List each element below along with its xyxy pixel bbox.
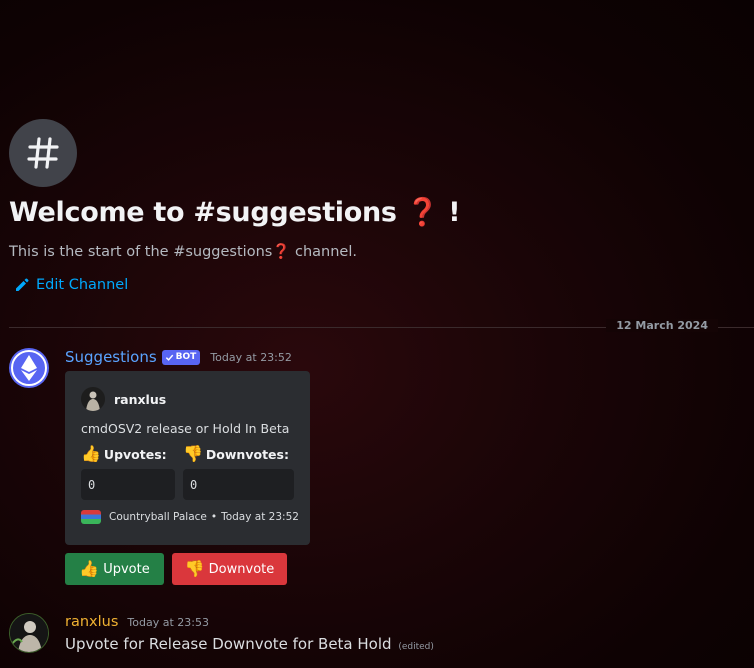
user-message-text: Upvote for Release Downvote for Beta Hol… bbox=[65, 635, 434, 653]
thumbs-up-icon: 👍 bbox=[81, 444, 101, 463]
upvote-button-label: Upvote bbox=[103, 561, 150, 577]
ethereum-logo-icon bbox=[11, 350, 47, 386]
edited-marker: (edited) bbox=[398, 642, 434, 652]
thumbs-down-icon: 👎 bbox=[183, 444, 203, 463]
embed-footer: Countryball Palace • Today at 23:52 bbox=[81, 510, 299, 524]
embed-description: cmdOSV2 release or Hold In Beta bbox=[81, 421, 290, 436]
downvote-button[interactable]: 👎 Downvote bbox=[172, 553, 287, 585]
bot-tag-label: BOT bbox=[175, 351, 197, 362]
downvotes-count-box: 0 bbox=[183, 469, 294, 500]
pencil-icon bbox=[16, 278, 29, 291]
embed-author-name: ranxlus bbox=[114, 391, 167, 407]
author-avatar-icon bbox=[81, 387, 105, 411]
author-avatar bbox=[81, 387, 105, 411]
channel-start-text: This is the start of the #suggestions❓ c… bbox=[9, 243, 357, 260]
server-icon bbox=[81, 510, 101, 524]
downvote-button-label: Downvote bbox=[208, 561, 275, 577]
user-username-row: ranxlus Today at 23:53 bbox=[65, 614, 209, 630]
edit-channel-button[interactable]: Edit Channel bbox=[14, 277, 128, 293]
upvotes-field-name: 👍 Upvotes: bbox=[81, 446, 167, 462]
upvotes-count: 0 bbox=[88, 477, 96, 492]
bot-tag: BOT bbox=[161, 349, 201, 365]
welcome-title: Welcome to #suggestions ❓ ! bbox=[9, 196, 461, 228]
footer-separator: • bbox=[210, 511, 218, 523]
thumbs-up-icon: 👍 bbox=[79, 559, 100, 578]
bot-username[interactable]: Suggestions bbox=[65, 348, 157, 366]
welcome-title-suffix: ! bbox=[448, 197, 461, 228]
user-username[interactable]: ranxlus bbox=[65, 614, 118, 630]
channel-hash-badge bbox=[9, 119, 77, 187]
upvotes-count-box: 0 bbox=[81, 469, 175, 500]
thumbs-down-icon: 👎 bbox=[184, 559, 205, 578]
question-mark-emoji-small: ❓ bbox=[272, 244, 291, 260]
bot-avatar[interactable] bbox=[9, 348, 49, 388]
embed-author: ranxlus bbox=[81, 387, 166, 411]
downvotes-count: 0 bbox=[190, 477, 198, 492]
upvote-button[interactable]: 👍 Upvote bbox=[65, 553, 164, 585]
date-divider-label: 12 March 2024 bbox=[606, 319, 718, 332]
checkmark-icon bbox=[165, 354, 173, 361]
downvotes-field-name: 👎 Downvotes: bbox=[183, 446, 289, 462]
user-avatar[interactable] bbox=[9, 613, 49, 653]
upvotes-label: Upvotes: bbox=[103, 446, 167, 462]
edit-channel-label: Edit Channel bbox=[36, 277, 129, 293]
user-timestamp: Today at 23:53 bbox=[127, 615, 209, 629]
start-text-suffix: channel. bbox=[295, 244, 357, 260]
user-avatar-icon bbox=[10, 614, 48, 652]
footer-server: Countryball Palace bbox=[109, 511, 207, 523]
suggestion-embed: ranxlus cmdOSV2 release or Hold In Beta … bbox=[65, 371, 310, 545]
start-text-prefix: This is the start of the #suggestions bbox=[9, 244, 273, 260]
bot-timestamp: Today at 23:52 bbox=[210, 350, 292, 364]
downvotes-label: Downvotes: bbox=[205, 446, 289, 462]
footer-time: Today at 23:52 bbox=[221, 511, 299, 523]
question-mark-emoji: ❓ bbox=[405, 197, 440, 228]
bot-username-row: Suggestions BOT Today at 23:52 bbox=[65, 348, 292, 366]
hash-icon bbox=[27, 137, 59, 169]
welcome-title-text: Welcome to #suggestions bbox=[9, 197, 397, 228]
user-message-content: Upvote for Release Downvote for Beta Hol… bbox=[65, 635, 392, 653]
